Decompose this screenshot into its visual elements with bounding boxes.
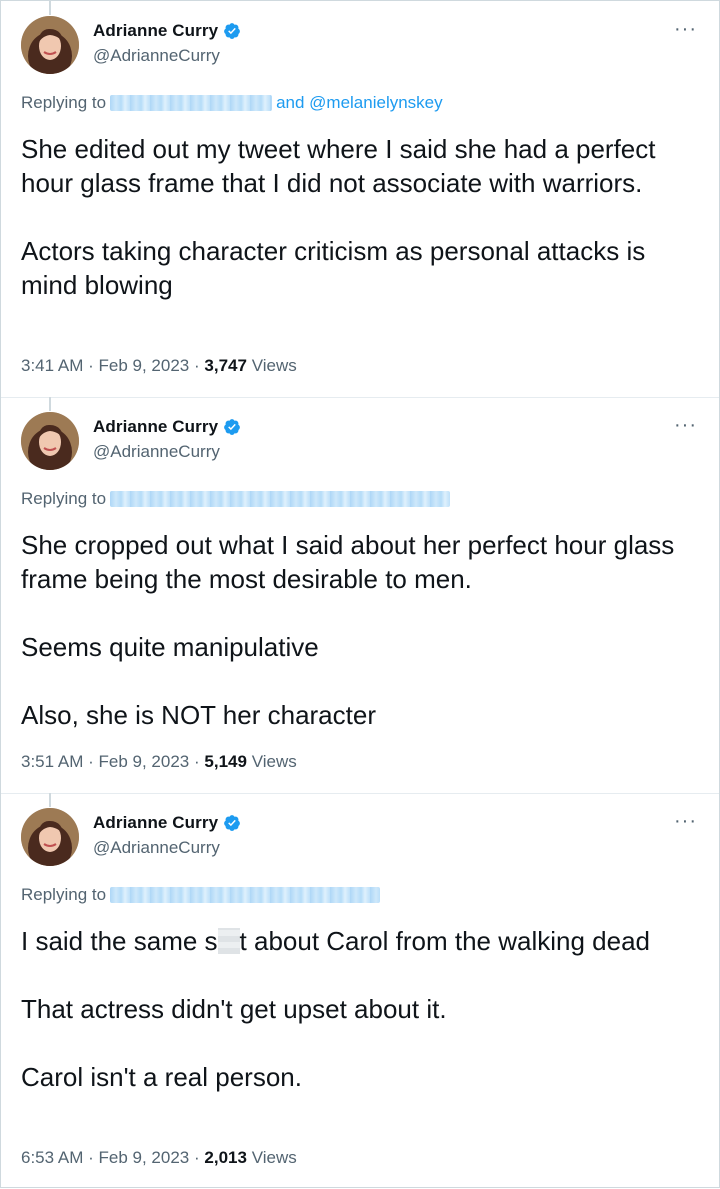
author-handle[interactable]: @AdrianneCurry bbox=[93, 442, 220, 462]
replying-to: Replying to bbox=[21, 489, 451, 509]
thread-connector-line bbox=[49, 397, 51, 411]
views-count: 5,149 bbox=[204, 752, 247, 771]
more-options-icon[interactable]: ··· bbox=[674, 19, 697, 39]
avatar-image bbox=[21, 412, 79, 470]
views-count: 2,013 bbox=[204, 1148, 247, 1167]
verified-badge-icon bbox=[224, 815, 241, 831]
tweet-date[interactable]: Feb 9, 2023 bbox=[99, 752, 190, 771]
tweet-time[interactable]: 3:51 AM bbox=[21, 752, 83, 771]
tweet-time[interactable]: 6:53 AM bbox=[21, 1148, 83, 1167]
author-name[interactable]: Adrianne Curry bbox=[93, 417, 218, 437]
tweet-paragraph: She edited out my tweet where I said she… bbox=[21, 134, 656, 198]
redacted-mention bbox=[110, 887, 381, 903]
tweet-time[interactable]: 3:41 AM bbox=[21, 356, 83, 375]
separator: · bbox=[88, 1148, 94, 1167]
tweet-2[interactable]: Adrianne Curry @AdrianneCurry ··· Replyi… bbox=[1, 397, 719, 793]
tweet-paragraph: Actors taking character criticism as per… bbox=[21, 236, 646, 300]
tweet-paragraph: Also, she is NOT her character bbox=[21, 700, 376, 730]
thread-connector-line bbox=[49, 1, 51, 15]
avatar-image bbox=[21, 808, 79, 866]
tweet-meta: 6:53 AM · Feb 9, 2023 · 2,013 Views bbox=[21, 1148, 297, 1168]
views-label: Views bbox=[251, 752, 297, 771]
tweet-date[interactable]: Feb 9, 2023 bbox=[99, 1148, 190, 1167]
replying-label: Replying to bbox=[21, 93, 107, 112]
separator: · bbox=[194, 752, 200, 771]
author-row: Adrianne Curry bbox=[93, 813, 241, 833]
redacted-mention bbox=[110, 491, 451, 507]
tweet-paragraph: Carol isn't a real person. bbox=[21, 1062, 302, 1092]
tweet-3[interactable]: Adrianne Curry @AdrianneCurry ··· Replyi… bbox=[1, 793, 719, 1189]
views-count: 3,747 bbox=[204, 356, 247, 375]
tweet-paragraph: I said the same s t about Carol from the … bbox=[21, 924, 701, 958]
separator: · bbox=[194, 1148, 200, 1167]
replying-label: Replying to bbox=[21, 489, 107, 508]
avatar-image bbox=[21, 16, 79, 74]
views-label: Views bbox=[251, 1148, 297, 1167]
mention-link[interactable]: and @melanielynskey bbox=[276, 93, 443, 113]
author-row: Adrianne Curry bbox=[93, 21, 241, 41]
tweet-text: She cropped out what I said about her pe… bbox=[21, 528, 701, 732]
tweet-paragraph: That actress didn't get upset about it. bbox=[21, 994, 447, 1024]
author-name[interactable]: Adrianne Curry bbox=[93, 21, 218, 41]
tweet-paragraph: Seems quite manipulative bbox=[21, 632, 319, 662]
avatar[interactable] bbox=[21, 16, 79, 74]
tweet-paragraph: She cropped out what I said about her pe… bbox=[21, 530, 675, 594]
redacted-mention bbox=[110, 95, 273, 111]
tweet-text-segment: I said the same s bbox=[21, 926, 218, 956]
author-name[interactable]: Adrianne Curry bbox=[93, 813, 218, 833]
separator: · bbox=[194, 356, 200, 375]
separator: · bbox=[88, 752, 94, 771]
more-options-icon[interactable]: ··· bbox=[674, 415, 697, 435]
tweet-date[interactable]: Feb 9, 2023 bbox=[99, 356, 190, 375]
author-handle[interactable]: @AdrianneCurry bbox=[93, 838, 220, 858]
thread-connector-line bbox=[49, 793, 51, 807]
views-label: Views bbox=[251, 356, 297, 375]
replying-label: Replying to bbox=[21, 885, 107, 904]
author-row: Adrianne Curry bbox=[93, 417, 241, 437]
tweet-1[interactable]: Adrianne Curry @AdrianneCurry ··· Replyi… bbox=[1, 1, 719, 397]
tweet-meta: 3:41 AM · Feb 9, 2023 · 3,747 Views bbox=[21, 356, 297, 376]
replying-to: Replying to bbox=[21, 885, 381, 905]
verified-badge-icon bbox=[224, 23, 241, 39]
tweet-meta: 3:51 AM · Feb 9, 2023 · 5,149 Views bbox=[21, 752, 297, 772]
verified-badge-icon bbox=[224, 419, 241, 435]
tweet-text-segment: t about Carol from the walking dead bbox=[239, 926, 650, 956]
avatar[interactable] bbox=[21, 412, 79, 470]
author-handle[interactable]: @AdrianneCurry bbox=[93, 46, 220, 66]
tweet-text: I said the same s t about Carol from the … bbox=[21, 924, 701, 1094]
more-options-icon[interactable]: ··· bbox=[674, 811, 697, 831]
separator: · bbox=[88, 356, 94, 375]
replying-to: Replying to and @melanielynskey bbox=[21, 93, 443, 113]
censored-word bbox=[217, 928, 240, 954]
avatar[interactable] bbox=[21, 808, 79, 866]
tweet-text: She edited out my tweet where I said she… bbox=[21, 132, 701, 302]
thread-screenshot: Adrianne Curry @AdrianneCurry ··· Replyi… bbox=[0, 0, 720, 1188]
